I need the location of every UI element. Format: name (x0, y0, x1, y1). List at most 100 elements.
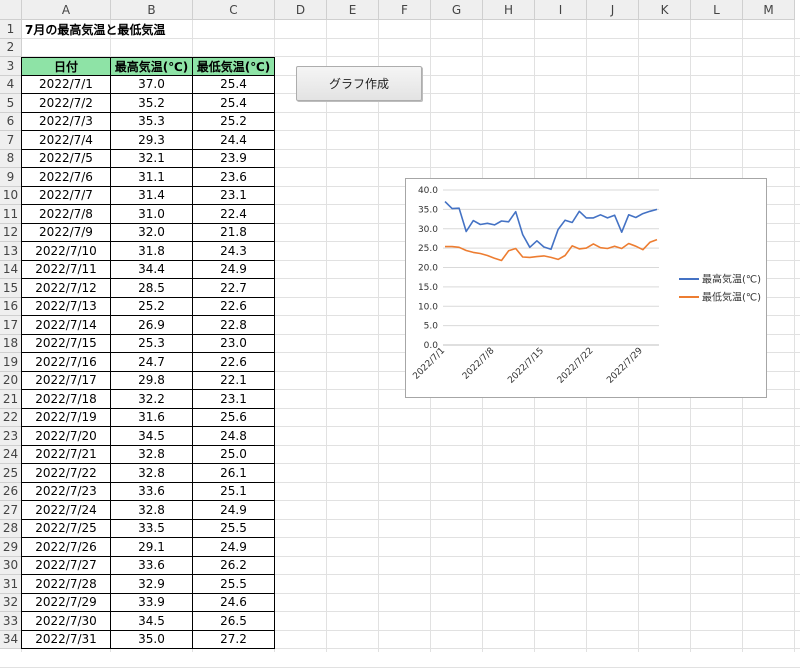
min-temp-cell[interactable]: 24.6 (193, 593, 275, 612)
max-temp-cell[interactable]: 32.8 (111, 445, 193, 464)
row-header-25[interactable]: 25 (0, 464, 22, 483)
min-temp-cell[interactable]: 21.8 (193, 223, 275, 242)
row-header-3[interactable]: 3 (0, 57, 22, 76)
row-header-4[interactable]: 4 (0, 75, 22, 94)
row-header-32[interactable]: 32 (0, 593, 22, 612)
date-cell[interactable]: 2022/7/14 (21, 316, 111, 335)
date-cell[interactable]: 2022/7/7 (21, 186, 111, 205)
min-temp-cell[interactable]: 24.9 (193, 538, 275, 557)
max-temp-cell[interactable]: 33.6 (111, 556, 193, 575)
row-header-15[interactable]: 15 (0, 279, 22, 298)
row-header-33[interactable]: 33 (0, 612, 22, 631)
min-temp-cell[interactable]: 22.6 (193, 353, 275, 372)
row-header-20[interactable]: 20 (0, 371, 22, 390)
row-header-28[interactable]: 28 (0, 519, 22, 538)
row-header-12[interactable]: 12 (0, 223, 22, 242)
date-cell[interactable]: 2022/7/25 (21, 519, 111, 538)
max-temp-cell[interactable]: 24.7 (111, 353, 193, 372)
row-header-6[interactable]: 6 (0, 112, 22, 131)
min-temp-cell[interactable]: 25.0 (193, 445, 275, 464)
date-cell[interactable]: 2022/7/12 (21, 279, 111, 298)
max-temp-cell[interactable]: 34.5 (111, 612, 193, 631)
max-temp-cell[interactable]: 37.0 (111, 75, 193, 94)
column-header-c[interactable]: C (193, 0, 275, 20)
column-header-i[interactable]: I (535, 0, 587, 20)
date-cell[interactable]: 2022/7/23 (21, 482, 111, 501)
max-temp-cell[interactable]: 33.6 (111, 482, 193, 501)
date-cell[interactable]: 2022/7/8 (21, 205, 111, 224)
min-temp-cell[interactable]: 23.0 (193, 334, 275, 353)
date-cell[interactable]: 2022/7/26 (21, 538, 111, 557)
line-chart[interactable]: 0.0 5.0 10.0 15.0 20.0 25.0 30.0 35.0 40.0 2022/7… (405, 178, 767, 398)
min-temp-cell[interactable]: 22.6 (193, 297, 275, 316)
min-temp-cell[interactable]: 27.2 (193, 630, 275, 649)
min-temp-cell[interactable]: 22.8 (193, 316, 275, 335)
date-cell[interactable]: 2022/7/31 (21, 630, 111, 649)
max-temp-cell[interactable]: 32.2 (111, 390, 193, 409)
max-temp-cell[interactable]: 33.5 (111, 519, 193, 538)
max-temp-cell[interactable]: 32.0 (111, 223, 193, 242)
max-temp-cell[interactable]: 35.2 (111, 94, 193, 113)
date-cell[interactable]: 2022/7/30 (21, 612, 111, 631)
max-temp-cell[interactable]: 26.9 (111, 316, 193, 335)
row-header-30[interactable]: 30 (0, 556, 22, 575)
min-temp-cell[interactable]: 23.9 (193, 149, 275, 168)
date-cell[interactable]: 2022/7/15 (21, 334, 111, 353)
max-temp-cell[interactable]: 31.0 (111, 205, 193, 224)
row-header-17[interactable]: 17 (0, 316, 22, 335)
date-cell[interactable]: 2022/7/16 (21, 353, 111, 372)
date-cell[interactable]: 2022/7/5 (21, 149, 111, 168)
column-header-f[interactable]: F (379, 0, 431, 20)
min-temp-cell[interactable]: 22.7 (193, 279, 275, 298)
min-temp-cell[interactable]: 25.6 (193, 408, 275, 427)
max-temp-cell[interactable]: 25.2 (111, 297, 193, 316)
max-temp-cell[interactable]: 25.3 (111, 334, 193, 353)
date-cell[interactable]: 2022/7/1 (21, 75, 111, 94)
row-header-34[interactable]: 34 (0, 630, 22, 649)
date-cell[interactable]: 2022/7/9 (21, 223, 111, 242)
min-temp-cell[interactable]: 25.5 (193, 575, 275, 594)
date-cell[interactable]: 2022/7/19 (21, 408, 111, 427)
row-header-2[interactable]: 2 (0, 38, 22, 57)
max-temp-cell[interactable]: 34.4 (111, 260, 193, 279)
min-temp-cell[interactable]: 22.4 (193, 205, 275, 224)
min-temp-cell[interactable]: 26.2 (193, 556, 275, 575)
min-temp-cell[interactable]: 24.9 (193, 501, 275, 520)
date-cell[interactable]: 2022/7/3 (21, 112, 111, 131)
min-temp-cell[interactable]: 23.1 (193, 390, 275, 409)
row-header-8[interactable]: 8 (0, 149, 22, 168)
header-min-temp[interactable]: 最低気温(℃) (193, 57, 275, 76)
date-cell[interactable]: 2022/7/10 (21, 242, 111, 261)
select-all-corner[interactable] (0, 0, 22, 20)
min-temp-cell[interactable]: 25.4 (193, 94, 275, 113)
date-cell[interactable]: 2022/7/27 (21, 556, 111, 575)
row-header-26[interactable]: 26 (0, 482, 22, 501)
max-temp-cell[interactable]: 28.5 (111, 279, 193, 298)
date-cell[interactable]: 2022/7/17 (21, 371, 111, 390)
max-temp-cell[interactable]: 35.3 (111, 112, 193, 131)
column-header-e[interactable]: E (327, 0, 379, 20)
min-temp-cell[interactable]: 24.8 (193, 427, 275, 446)
row-header-21[interactable]: 21 (0, 390, 22, 409)
header-max-temp[interactable]: 最高気温(℃) (111, 57, 193, 76)
max-temp-cell[interactable]: 31.6 (111, 408, 193, 427)
date-cell[interactable]: 2022/7/13 (21, 297, 111, 316)
column-header-g[interactable]: G (431, 0, 483, 20)
max-temp-cell[interactable]: 29.1 (111, 538, 193, 557)
date-cell[interactable]: 2022/7/18 (21, 390, 111, 409)
date-cell[interactable]: 2022/7/2 (21, 94, 111, 113)
max-temp-cell[interactable]: 32.8 (111, 464, 193, 483)
row-header-11[interactable]: 11 (0, 205, 22, 224)
row-header-7[interactable]: 7 (0, 131, 22, 150)
row-header-31[interactable]: 31 (0, 575, 22, 594)
sheet-title[interactable]: 7月の最高気温と最低気温 (22, 20, 165, 39)
row-header-5[interactable]: 5 (0, 94, 22, 113)
max-temp-cell[interactable]: 31.4 (111, 186, 193, 205)
row-header-19[interactable]: 19 (0, 353, 22, 372)
header-date[interactable]: 日付 (21, 57, 111, 76)
date-cell[interactable]: 2022/7/22 (21, 464, 111, 483)
row-header-22[interactable]: 22 (0, 408, 22, 427)
row-header-29[interactable]: 29 (0, 538, 22, 557)
row-header-24[interactable]: 24 (0, 445, 22, 464)
min-temp-cell[interactable]: 24.4 (193, 131, 275, 150)
